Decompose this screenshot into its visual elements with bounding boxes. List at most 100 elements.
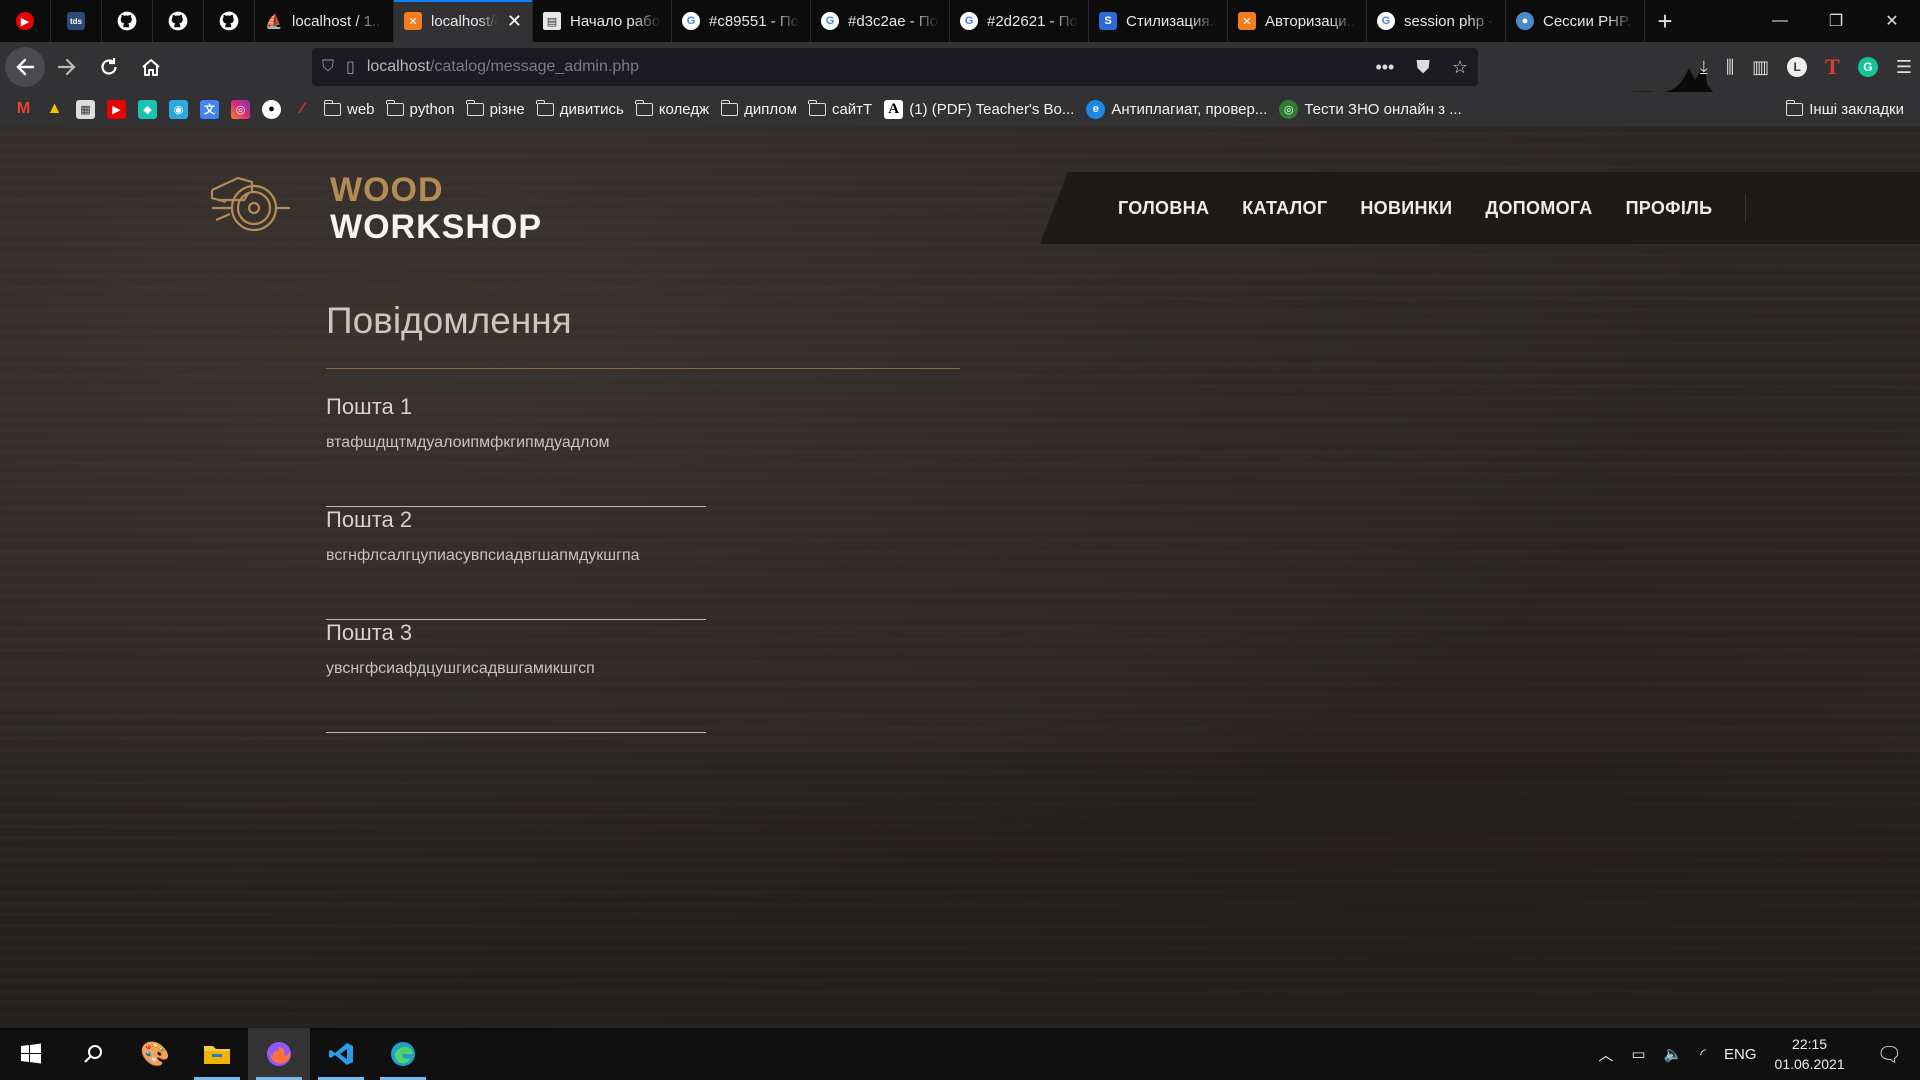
start-button[interactable] — [0, 1028, 62, 1080]
gmail-icon[interactable]: M — [14, 100, 33, 119]
bookmark-label: диплом — [744, 100, 797, 118]
google-icon: G — [821, 12, 839, 30]
home-icon — [142, 59, 160, 76]
pinned-tab-github-2[interactable] — [153, 0, 204, 42]
taskbar-paint-app[interactable]: 🎨 — [124, 1028, 186, 1080]
close-tab-icon[interactable]: ✕ — [507, 11, 522, 32]
bookmark-label: коледж — [658, 100, 710, 118]
sidebar-icon[interactable]: ▥ — [1752, 57, 1769, 78]
battery-icon[interactable]: ▭ — [1631, 1045, 1645, 1063]
tab-active-catalog[interactable]: ✕ localhost/c... ✕ — [394, 0, 533, 42]
bookmark-folder-rizne[interactable]: різне — [466, 99, 525, 118]
message-title: Пошта 1 — [326, 394, 413, 419]
taskbar-file-explorer[interactable] — [186, 1028, 248, 1080]
bookmark-teal-icon[interactable]: ◆ — [138, 99, 157, 119]
bookmark-red-icon[interactable]: ⁄ — [293, 100, 312, 119]
tab-label: Авторизаци... — [1265, 12, 1356, 30]
pinned-tab-youtube[interactable]: ▶ — [0, 0, 51, 42]
language-indicator[interactable]: ENG — [1724, 1046, 1757, 1063]
site-logo[interactable]: WOOD WORKSHOP — [208, 172, 542, 246]
page-actions-icon[interactable]: ••• — [1375, 57, 1394, 78]
s-icon: S — [1099, 12, 1117, 30]
pocket-icon[interactable]: ⛊ — [1416, 57, 1430, 78]
page-title: Повідомлення — [326, 300, 572, 341]
menu-item-home[interactable]: ГОЛОВНА — [1118, 198, 1209, 219]
grammarly-icon[interactable]: G — [1857, 57, 1878, 77]
url-text[interactable]: localhost/catalog/message_admin.php — [367, 58, 639, 76]
bookmark-star-icon[interactable]: ☆ — [1452, 57, 1468, 78]
taskbar-edge[interactable] — [372, 1028, 434, 1080]
github-icon[interactable]: ● — [262, 99, 281, 119]
academia-icon: A — [884, 99, 904, 119]
bookmark-blue-icon[interactable]: ◉ — [169, 99, 188, 119]
main-menu: ГОЛОВНА КАТАЛОГ НОВИНКИ ДОПОМОГА ПРОФІЛЬ — [1040, 172, 1920, 244]
bookmark-link-teachers-book[interactable]: A (1) (PDF) Teacher's Bo... — [884, 99, 1074, 119]
bookmark-app-icon[interactable]: ▦ — [76, 99, 95, 119]
bookmark-label: Антиплагиат, провер... — [1111, 100, 1268, 118]
new-tab-button[interactable]: + — [1645, 0, 1685, 42]
tab-php-sessions[interactable]: ● Сессии PHP... — [1506, 0, 1645, 42]
extension-t-icon[interactable]: T — [1825, 54, 1840, 80]
pinned-tab-tds[interactable]: tds — [51, 0, 102, 42]
tab-label: Начало рабо... — [570, 12, 661, 30]
notifications-icon[interactable]: 🗨 — [1877, 1042, 1902, 1067]
bookmark-folder-python[interactable]: python — [386, 99, 455, 118]
menu-item-profile[interactable]: ПРОФІЛЬ — [1626, 198, 1713, 219]
youtube-icon: ▶ — [16, 12, 34, 30]
bookmark-link-antiplagiat[interactable]: e Антиплагиат, провер... — [1086, 99, 1268, 119]
google-drive-icon[interactable]: ▲ — [45, 100, 64, 119]
bookmark-folder-dyplom[interactable]: диплом — [720, 99, 797, 118]
chevron-up-icon[interactable]: ︿ — [1598, 1044, 1613, 1065]
bookmark-folder-saitt[interactable]: сайтТ — [808, 99, 872, 118]
close-window-icon[interactable]: ✕ — [1864, 0, 1920, 42]
messages-section: Повідомлення Пошта 1 втафшдщтмдуалоипмфк… — [326, 300, 960, 733]
tab-auth[interactable]: ✕ Авторизаци... — [1228, 0, 1367, 42]
tab-session-php[interactable]: G session php -... — [1367, 0, 1506, 42]
back-button[interactable] — [5, 47, 45, 87]
document-icon: ▤ — [543, 12, 561, 30]
bookmark-link-zno-tests[interactable]: ◎ Тести ЗНО онлайн з ... — [1279, 99, 1462, 119]
tab-phpmyadmin[interactable]: ⛵ localhost / 1... — [255, 0, 394, 42]
clock[interactable]: 22:15 01.06.2021 — [1775, 1034, 1845, 1074]
bookmark-folder-dyvytys[interactable]: дивитись — [536, 99, 624, 118]
volume-icon[interactable]: 🔈 — [1664, 1045, 1683, 1063]
tab-color-c89551[interactable]: G #c89551 - По... — [672, 0, 811, 42]
menu-item-catalog[interactable]: КАТАЛОГ — [1242, 198, 1327, 219]
reload-button[interactable] — [89, 47, 129, 87]
home-button[interactable] — [131, 47, 171, 87]
tab-color-d3c2ae[interactable]: G #d3c2ae - По... — [811, 0, 950, 42]
download-icon[interactable]: ⤓ — [1700, 57, 1708, 78]
minimize-icon[interactable]: — — [1752, 0, 1808, 42]
pinned-tab-github-1[interactable] — [102, 0, 153, 42]
tab-color-2d2621[interactable]: G #2d2621 - По... — [950, 0, 1089, 42]
extension-l-icon[interactable]: L — [1787, 57, 1808, 77]
google-icon: G — [682, 12, 700, 30]
menu-item-help[interactable]: ДОПОМОГА — [1485, 198, 1592, 219]
wifi-icon[interactable]: ◜ — [1700, 1045, 1706, 1063]
google-translate-icon[interactable]: 文 — [200, 99, 219, 119]
restore-icon[interactable]: ❐ — [1808, 0, 1864, 42]
bookmark-folder-koledzh[interactable]: коледж — [635, 99, 710, 118]
pinned-tab-github-3[interactable] — [204, 0, 255, 42]
reload-icon — [101, 58, 117, 75]
page-info-icon[interactable]: ▯ — [346, 57, 355, 77]
forward-button[interactable] — [47, 47, 87, 87]
folder-icon — [386, 99, 404, 116]
instagram-icon[interactable]: ◎ — [231, 99, 250, 119]
tab-getting-started[interactable]: ▤ Начало рабо... — [533, 0, 672, 42]
taskbar-firefox[interactable] — [248, 1028, 310, 1080]
shield-icon[interactable]: ⛉ — [322, 58, 334, 76]
tab-label: #d3c2ae - По... — [848, 12, 939, 30]
search-button[interactable] — [62, 1028, 124, 1080]
menu-item-new[interactable]: НОВИНКИ — [1360, 198, 1452, 219]
youtube-icon[interactable]: ▶ — [107, 99, 126, 119]
other-bookmarks-folder[interactable]: Інші закладки — [1785, 99, 1904, 118]
tab-styling[interactable]: S Стилизация... — [1089, 0, 1228, 42]
menu-hamburger-icon[interactable]: ☰ — [1896, 57, 1912, 78]
bookmark-folder-web[interactable]: web — [323, 99, 375, 118]
library-icon[interactable]: ⫼ — [1726, 57, 1734, 78]
address-bar[interactable]: ⛉ ▯ localhost/catalog/message_admin.php … — [312, 48, 1478, 86]
tab-label: #c89551 - По... — [709, 12, 800, 30]
taskbar-vscode[interactable] — [310, 1028, 372, 1080]
folder-icon — [720, 99, 739, 116]
